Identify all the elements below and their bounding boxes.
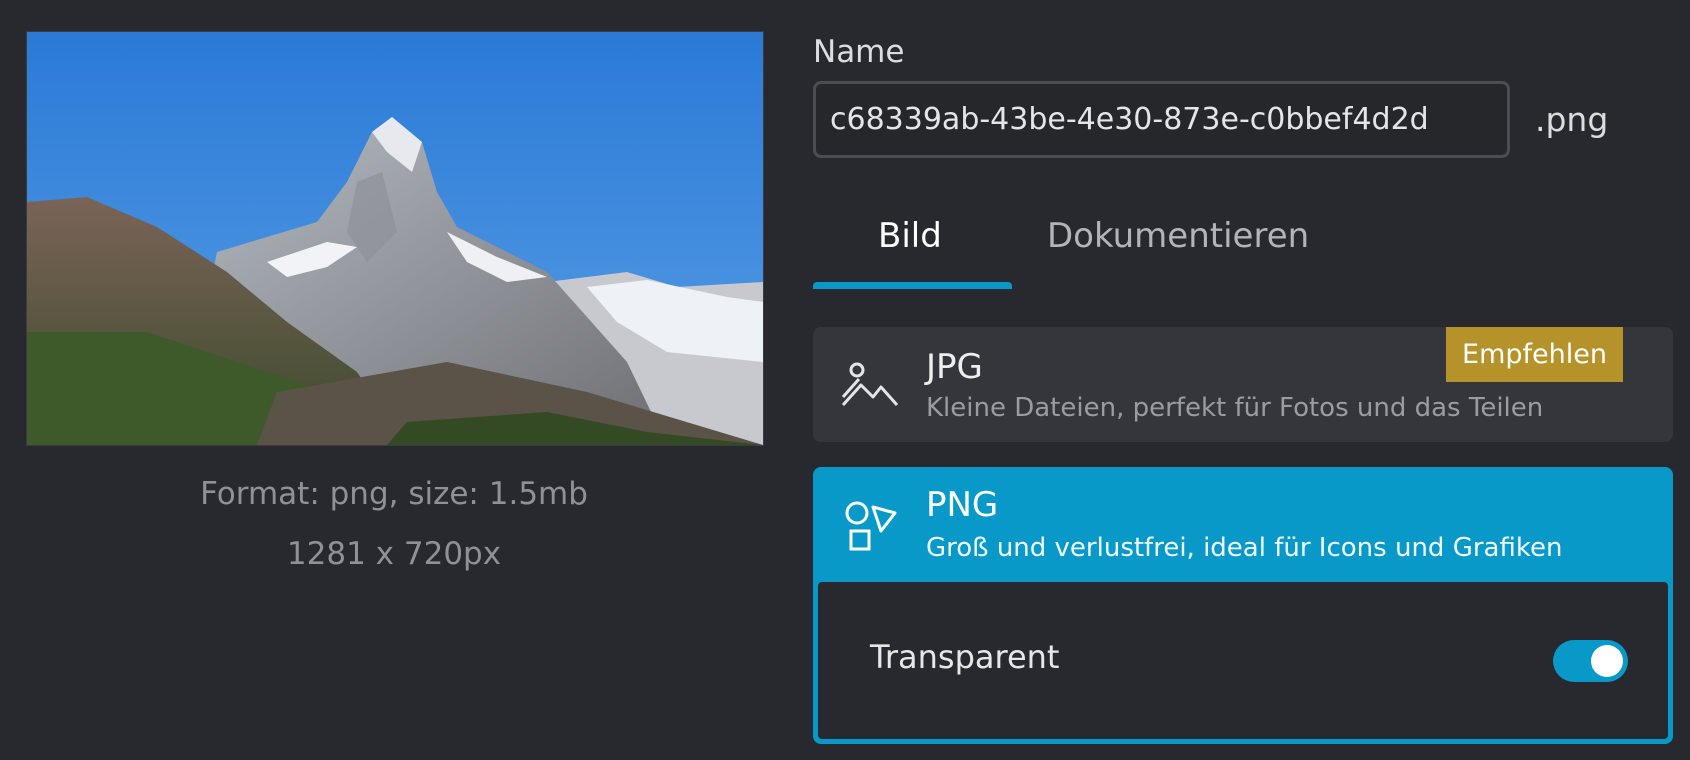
recommended-badge: Empfehlen: [1446, 327, 1623, 382]
png-description: Groß und verlustfrei, ideal für Icons un…: [926, 533, 1563, 563]
export-dialog: Format: png, size: 1.5mb 1281 x 720px Na…: [0, 0, 1690, 760]
file-name-input[interactable]: [813, 81, 1510, 158]
name-label: Name: [813, 34, 905, 70]
mountain-photo: [27, 32, 763, 445]
tab-bar: Bild Dokumentieren: [813, 200, 1673, 290]
png-settings-panel: Transparent: [818, 582, 1668, 739]
format-option-png[interactable]: PNG Groß und verlustfrei, ideal für Icon…: [813, 467, 1673, 744]
tab-bild[interactable]: Bild: [878, 216, 942, 256]
image-icon: [841, 362, 899, 407]
file-extension: .png: [1535, 100, 1609, 139]
tab-dokumentieren[interactable]: Dokumentieren: [1047, 216, 1309, 256]
toggle-knob: [1591, 645, 1623, 677]
format-option-jpg[interactable]: JPG Kleine Dateien, perfekt für Fotos un…: [813, 327, 1673, 442]
preview-dimensions: 1281 x 720px: [286, 536, 502, 572]
png-title: PNG: [926, 485, 999, 525]
image-preview: [26, 31, 764, 446]
transparent-toggle[interactable]: [1553, 640, 1628, 682]
preview-format-info: Format: png, size: 1.5mb: [200, 476, 588, 512]
shapes-icon: [845, 501, 897, 551]
active-tab-indicator: [813, 282, 1012, 289]
jpg-title: JPG: [926, 347, 983, 387]
transparent-label: Transparent: [870, 638, 1060, 676]
jpg-description: Kleine Dateien, perfekt für Fotos und da…: [926, 393, 1544, 423]
